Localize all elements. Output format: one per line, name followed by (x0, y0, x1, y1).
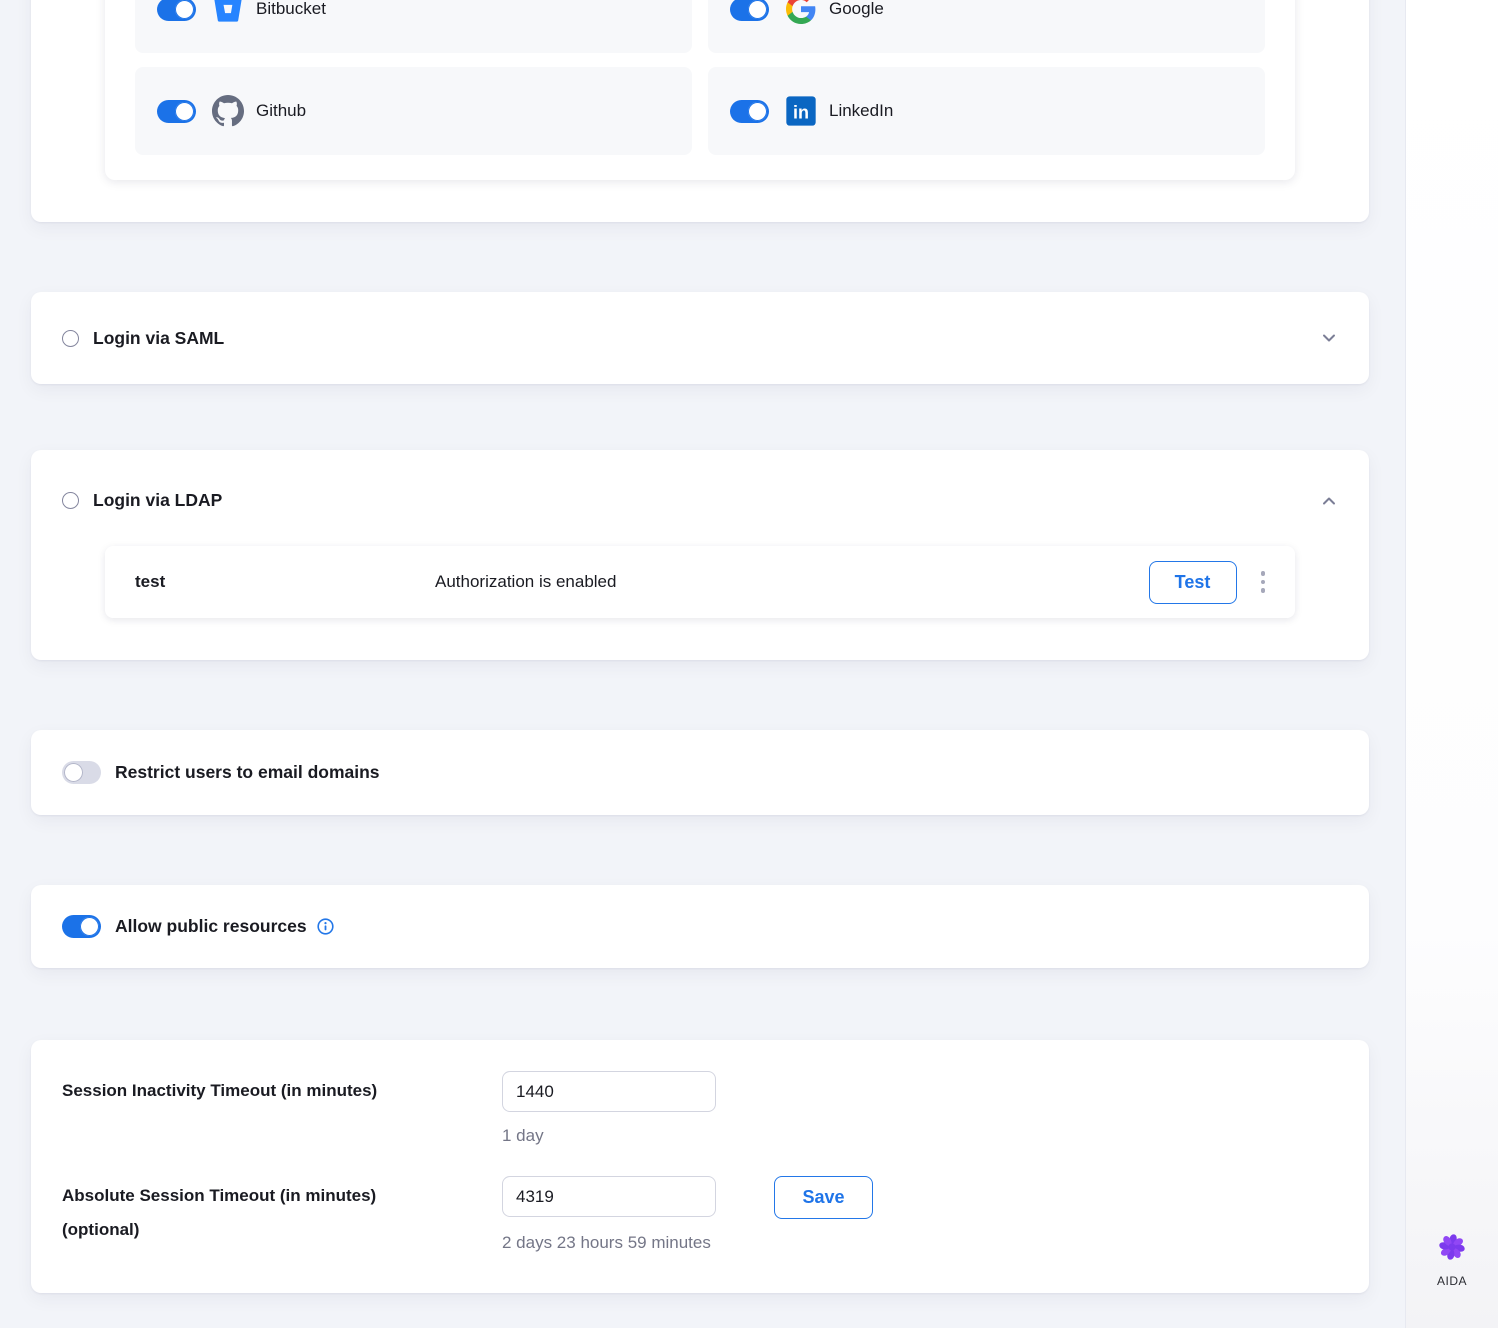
linkedin-toggle[interactable] (730, 100, 769, 123)
absolute-timeout-input[interactable] (502, 1176, 716, 1217)
google-icon (785, 0, 817, 25)
saml-section-title: Login via SAML (93, 328, 224, 349)
provider-tile-google: Google (708, 0, 1265, 53)
toggle-knob (80, 917, 99, 936)
absolute-timeout-label-line2: (optional) (62, 1219, 502, 1241)
toggle-knob (175, 102, 194, 121)
provider-label: LinkedIn (829, 101, 893, 121)
provider-tile-bitbucket: Bitbucket (135, 0, 692, 53)
inactivity-timeout-label: Session Inactivity Timeout (in minutes) (62, 1071, 502, 1146)
test-button[interactable]: Test (1149, 561, 1237, 604)
public-resources-toggle[interactable] (62, 915, 101, 938)
inactivity-timeout-input[interactable] (502, 1071, 716, 1112)
provider-tile-linkedin: in LinkedIn (708, 67, 1265, 155)
ldap-section-card: Login via LDAP test Authorization is ena… (31, 450, 1369, 660)
aida-assistant-button[interactable]: AIDA (1406, 1231, 1498, 1288)
absolute-timeout-label: Absolute Session Timeout (in minutes) (o… (62, 1176, 502, 1253)
absolute-timeout-row: Absolute Session Timeout (in minutes) (o… (62, 1176, 1338, 1253)
kebab-menu-icon[interactable] (1257, 567, 1270, 597)
google-toggle[interactable] (730, 0, 769, 21)
saml-radio[interactable] (62, 330, 79, 347)
aida-logo-icon (1436, 1231, 1468, 1268)
toggle-knob (64, 763, 83, 782)
aida-label: AIDA (1437, 1274, 1467, 1288)
ldap-entry-name: test (135, 572, 435, 592)
chevron-down-icon[interactable] (1320, 329, 1338, 347)
toggle-knob (175, 0, 194, 19)
oauth-providers-panel: Bitbucket Google (105, 0, 1295, 180)
auth-settings-page: Bitbucket Google (0, 0, 1498, 1328)
toggle-knob (748, 102, 767, 121)
oauth-providers-grid: Bitbucket Google (135, 0, 1265, 155)
public-resources-label: Allow public resources (115, 916, 307, 937)
toggle-knob (748, 0, 767, 19)
inactivity-timeout-hint: 1 day (502, 1126, 1338, 1146)
absolute-timeout-label-line1: Absolute Session Timeout (in minutes) (62, 1185, 502, 1207)
public-resources-card: Allow public resources (31, 885, 1369, 968)
restrict-domains-card: Restrict users to email domains (31, 730, 1369, 815)
oauth-providers-card: Bitbucket Google (31, 0, 1369, 222)
ldap-entry-row: test Authorization is enabled Test (105, 546, 1295, 618)
ldap-radio[interactable] (62, 492, 79, 509)
provider-tile-github: Github (135, 67, 692, 155)
info-icon[interactable] (317, 918, 334, 935)
github-icon (212, 95, 244, 127)
saml-section-card: Login via SAML (31, 292, 1369, 384)
ldap-entry-status: Authorization is enabled (435, 572, 1149, 592)
github-toggle[interactable] (157, 100, 196, 123)
provider-label: Github (256, 101, 306, 121)
absolute-timeout-hint: 2 days 23 hours 59 minutes (502, 1233, 1338, 1253)
restrict-domains-toggle[interactable] (62, 761, 101, 784)
save-button[interactable]: Save (774, 1176, 873, 1219)
right-rail: AIDA (1405, 0, 1498, 1328)
chevron-up-icon[interactable] (1320, 492, 1338, 510)
bitbucket-toggle[interactable] (157, 0, 196, 21)
inactivity-timeout-row: Session Inactivity Timeout (in minutes) … (62, 1071, 1338, 1146)
linkedin-icon: in (785, 95, 817, 127)
provider-label: Bitbucket (256, 0, 326, 19)
bitbucket-icon (212, 0, 244, 25)
svg-text:in: in (793, 102, 809, 122)
restrict-domains-label: Restrict users to email domains (115, 762, 380, 783)
provider-label: Google (829, 0, 884, 19)
ldap-section-title: Login via LDAP (93, 490, 222, 511)
session-timeout-card: Session Inactivity Timeout (in minutes) … (31, 1040, 1369, 1293)
